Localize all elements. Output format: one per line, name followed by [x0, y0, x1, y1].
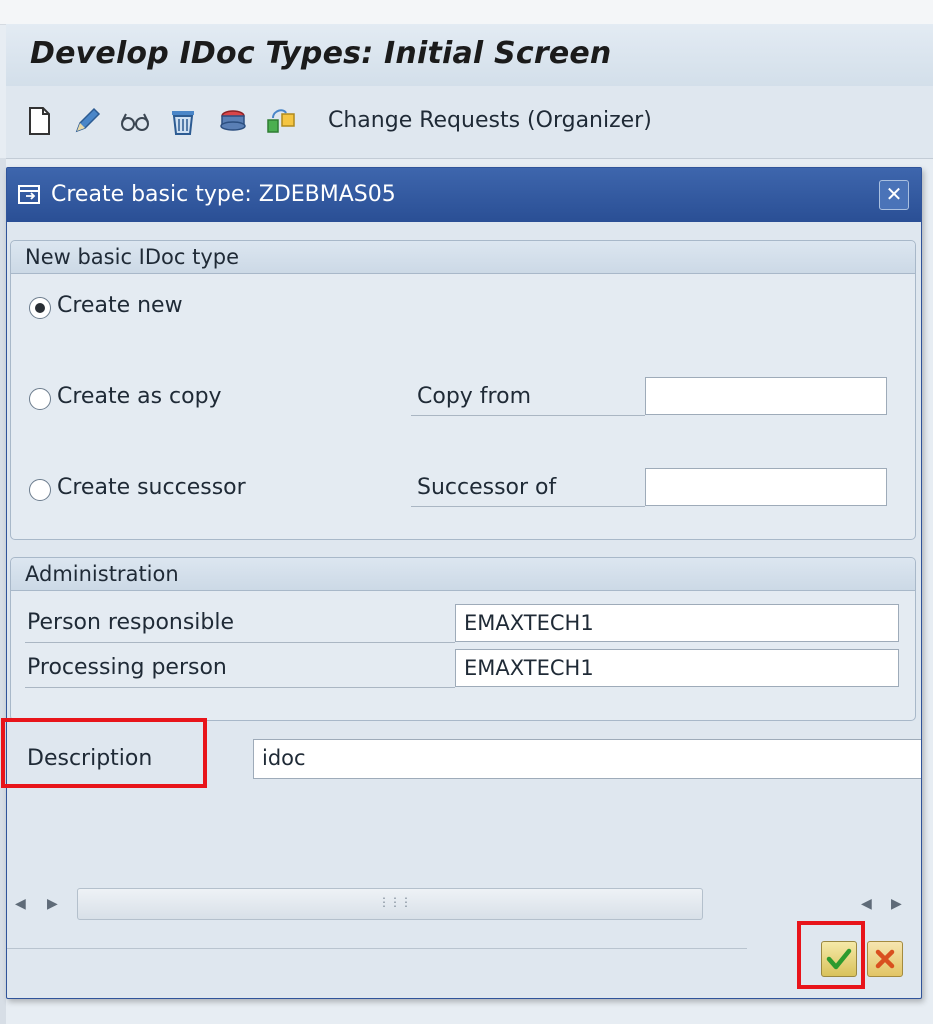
copy-from-label: Copy from [417, 384, 531, 409]
scrollbar-thumb[interactable]: ⋮⋮⋮ [77, 888, 703, 920]
screen-title-bar: Develop IDoc Types: Initial Screen [6, 24, 933, 86]
processing-person-underline [25, 687, 455, 688]
cancel-button[interactable] [867, 941, 903, 977]
successor-of-label: Successor of [417, 475, 557, 500]
group-header: New basic IDoc type [11, 241, 915, 274]
display-glasses-icon[interactable] [118, 104, 152, 138]
radio-create-new-label: Create new [57, 293, 183, 318]
processing-person-label: Processing person [27, 655, 227, 680]
radio-create-successor[interactable] [29, 479, 51, 501]
scroll-right-end-icon[interactable]: ▶ [891, 896, 902, 912]
copy-from-underline [411, 415, 645, 416]
create-basic-type-dialog: Create basic type: ZDEBMAS05 ✕ New basic… [6, 167, 922, 999]
cancel-x-icon [875, 949, 895, 969]
radio-create-as-copy[interactable] [29, 388, 51, 410]
application-toolbar: Change Requests (Organizer) [6, 86, 933, 159]
group-header: Administration [11, 558, 915, 591]
continue-highlight-box [797, 921, 865, 989]
successor-of-input[interactable] [645, 468, 887, 506]
trash-icon[interactable] [166, 104, 200, 138]
dialog-title-bar: Create basic type: ZDEBMAS05 ✕ [7, 168, 921, 222]
dialog-title: Create basic type: ZDEBMAS05 [51, 182, 396, 207]
grip-icon: ⋮⋮⋮ [378, 895, 412, 909]
screen-title: Develop IDoc Types: Initial Screen [30, 36, 612, 71]
radio-create-as-copy-label: Create as copy [57, 384, 222, 409]
new-basic-type-group: New basic IDoc type Create new Create as… [10, 240, 916, 540]
transport-icon[interactable] [216, 104, 250, 138]
radio-create-new[interactable] [29, 297, 51, 319]
new-document-icon[interactable] [22, 104, 56, 138]
person-responsible-label: Person responsible [27, 610, 235, 635]
scroll-left-end-icon[interactable]: ◀ [861, 896, 872, 912]
scroll-left-icon[interactable]: ◀ [15, 896, 26, 912]
administration-group: Administration Person responsible EMAXTE… [10, 557, 916, 721]
group-header-label: Administration [25, 562, 179, 586]
scroll-right-icon[interactable]: ▶ [47, 896, 58, 912]
horizontal-scrollbar[interactable]: ◀ ▶ ⋮⋮⋮ ◀ ▶ [7, 886, 921, 926]
dialog-window-icon [18, 185, 40, 204]
person-responsible-input[interactable]: EMAXTECH1 [455, 604, 899, 642]
radio-create-successor-label: Create successor [57, 475, 246, 500]
group-header-label: New basic IDoc type [25, 245, 240, 269]
description-input[interactable]: idoc [253, 739, 921, 779]
footer-divider [7, 948, 747, 949]
pencil-icon[interactable] [70, 104, 104, 138]
change-requests-button[interactable]: Change Requests (Organizer) [328, 108, 652, 133]
change-request-icon[interactable] [264, 104, 298, 138]
description-highlight-box [1, 718, 207, 788]
top-strip [0, 0, 933, 25]
close-icon[interactable]: ✕ [879, 180, 909, 210]
person-responsible-underline [25, 642, 455, 643]
successor-of-underline [411, 506, 645, 507]
copy-from-input[interactable] [645, 377, 887, 415]
processing-person-input[interactable]: EMAXTECH1 [455, 649, 899, 687]
